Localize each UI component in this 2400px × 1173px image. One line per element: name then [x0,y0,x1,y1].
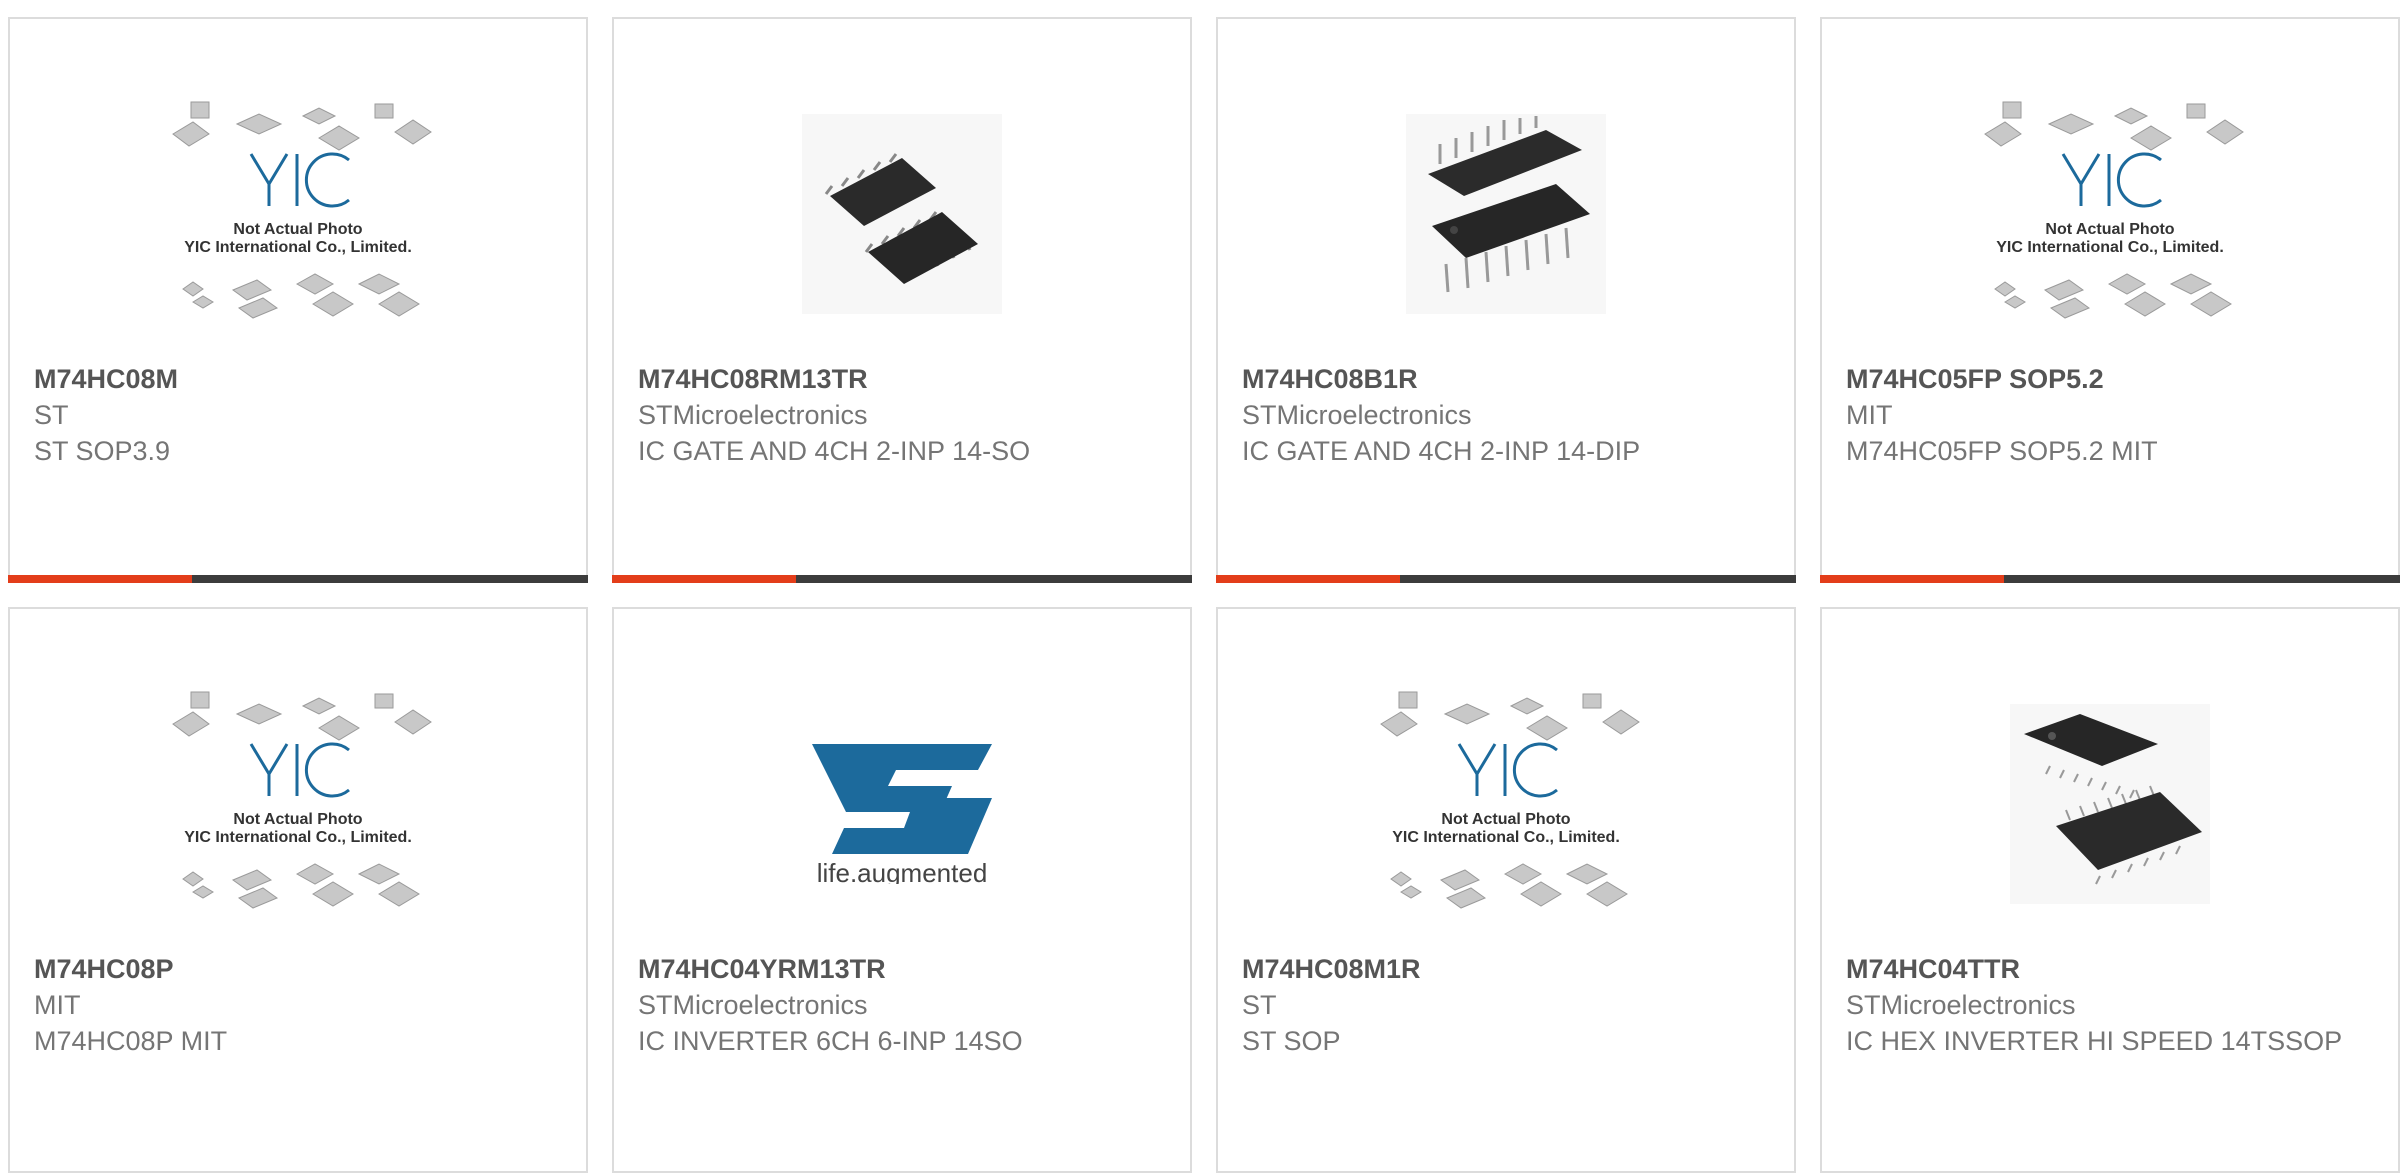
st-logo-image: life.augmented [812,744,992,884]
yic-company-label: YIC International Co., Limited. [184,239,412,256]
description: ST SOP3.9 [34,436,171,466]
manufacturer: STMicroelectronics [638,400,868,430]
product-image [614,64,1190,364]
manufacturer: STMicroelectronics [1242,400,1472,430]
product-image: Not Actual Photo YIC International Co., … [10,64,586,364]
manufacturer: ST [34,400,69,430]
card-bottom-bar [1820,575,2400,583]
card-bottom-bar [1216,575,1796,583]
description: IC INVERTER 6CH 6-INP 14SO [638,1026,1023,1056]
tssop-chip-image [2010,704,2210,904]
part-number[interactable]: M74HC08M [34,361,562,397]
yic-company-label: YIC International Co., Limited. [1392,829,1620,846]
part-number[interactable]: M74HC04YRM13TR [638,951,1166,987]
soic-chip-image [802,114,1002,314]
product-image: Not Actual Photo YIC International Co., … [1822,64,2398,364]
part-number[interactable]: M74HC08B1R [1242,361,1770,397]
product-image [1822,654,2398,954]
part-number[interactable]: M74HC04TTR [1846,951,2374,987]
yic-company-label: YIC International Co., Limited. [184,829,412,846]
product-image: Not Actual Photo YIC International Co., … [1218,654,1794,954]
description: ST SOP [1242,1026,1341,1056]
yic-company-label: YIC International Co., Limited. [1996,239,2224,256]
description: M74HC05FP SOP5.2 MIT [1846,436,2158,466]
product-card[interactable]: Not Actual Photo YIC International Co., … [1216,607,1796,1173]
product-image: life.augmented [614,654,1190,954]
product-card[interactable]: M74HC08B1R STMicroelectronics IC GATE AN… [1216,17,1796,583]
manufacturer: MIT [1846,400,1893,430]
part-number[interactable]: M74HC08M1R [1242,951,1770,987]
card-accent-bar [1820,575,2004,583]
yic-placeholder-image: Not Actual Photo YIC International Co., … [1380,691,1640,909]
product-image: Not Actual Photo YIC International Co., … [10,654,586,954]
product-image [1218,64,1794,364]
manufacturer: ST [1242,990,1277,1020]
not-actual-photo-label: Not Actual Photo [233,811,362,828]
yic-placeholder-image: Not Actual Photo YIC International Co., … [172,691,432,909]
card-accent-bar [1216,575,1400,583]
not-actual-photo-label: Not Actual Photo [1441,811,1570,828]
manufacturer: STMicroelectronics [638,990,868,1020]
description: IC HEX INVERTER HI SPEED 14TSSOP [1846,1026,2343,1056]
description: IC GATE AND 4CH 2-INP 14-DIP [1242,436,1641,466]
yic-placeholder-image: Not Actual Photo YIC International Co., … [172,101,432,319]
card-bottom-bar [8,575,588,583]
yic-placeholder-image: Not Actual Photo YIC International Co., … [1984,101,2244,319]
st-tagline: life.augmented [817,858,988,884]
product-card[interactable]: M74HC04TTR STMicroelectronics IC HEX INV… [1820,607,2400,1173]
part-number[interactable]: M74HC08P [34,951,562,987]
card-accent-bar [612,575,796,583]
product-card[interactable]: M74HC08RM13TR STMicroelectronics IC GATE… [612,17,1192,583]
product-card[interactable]: life.augmented M74HC04YRM13TR STMicroele… [612,607,1192,1173]
product-grid: Not Actual Photo YIC International Co., … [8,17,2400,1173]
manufacturer: STMicroelectronics [1846,990,2076,1020]
part-number[interactable]: M74HC05FP SOP5.2 [1846,361,2374,397]
part-number[interactable]: M74HC08RM13TR [638,361,1166,397]
product-card[interactable]: Not Actual Photo YIC International Co., … [1820,17,2400,583]
card-bottom-bar [612,575,1192,583]
card-accent-bar [8,575,192,583]
not-actual-photo-label: Not Actual Photo [2045,221,2174,238]
description: M74HC08P MIT [34,1026,228,1056]
product-card[interactable]: Not Actual Photo YIC International Co., … [8,17,588,583]
manufacturer: MIT [34,990,81,1020]
not-actual-photo-label: Not Actual Photo [233,221,362,238]
description: IC GATE AND 4CH 2-INP 14-SO [638,436,1031,466]
product-card[interactable]: Not Actual Photo YIC International Co., … [8,607,588,1173]
dip-chip-image [1406,114,1606,314]
